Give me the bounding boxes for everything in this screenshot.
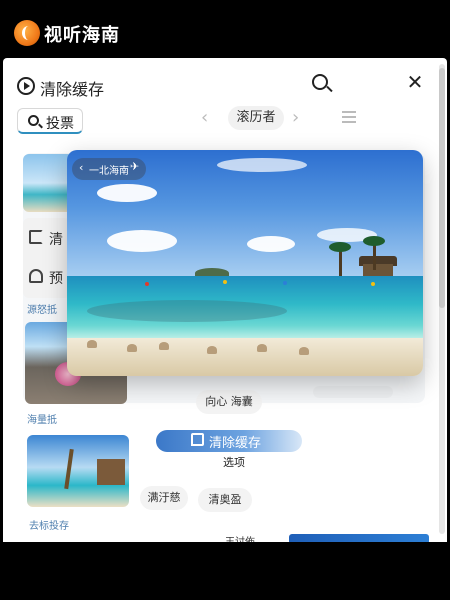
cloud-shape — [217, 158, 307, 172]
palm-trunk-shape — [373, 242, 376, 270]
chevron-left-icon: ‹ — [79, 161, 84, 174]
beach-preview-window[interactable]: ‹ 一北海南 ✈ — [67, 150, 423, 376]
cloud-shape — [247, 236, 295, 252]
placeholder-bar — [313, 386, 393, 398]
thumbnail-palm-hut[interactable] — [27, 435, 129, 507]
preview-icon[interactable] — [29, 269, 43, 283]
app-logo-icon — [14, 20, 40, 46]
tag-chip[interactable]: 向心 海囊 — [196, 390, 262, 414]
tab-vote[interactable]: 投票 — [17, 108, 83, 134]
clear-cache-icon — [191, 433, 204, 446]
thumbnail-caption: 海量抵 — [27, 415, 57, 426]
tab-vote-label: 投票 — [46, 116, 74, 132]
thumbnail-caption: 去标投存 — [29, 521, 69, 532]
rock-shape — [159, 342, 169, 350]
thumbnail-caption: 源怒抵 — [27, 305, 57, 316]
buoy-shape — [145, 282, 149, 286]
app-title: 视听海南 — [44, 25, 120, 46]
buoy-shape — [223, 280, 227, 284]
reef-shape — [87, 300, 287, 322]
search-icon — [28, 115, 39, 126]
scrollbar-thumb[interactable] — [439, 68, 445, 308]
bottom-bar — [0, 542, 450, 600]
tab-filter[interactable]: 滚历者 — [228, 106, 284, 130]
app-bar: 视听海南 — [0, 0, 450, 58]
palm-leaf-shape — [363, 236, 385, 246]
rock-shape — [127, 344, 137, 352]
close-icon[interactable]: ✕ — [405, 70, 425, 94]
search-icon[interactable] — [312, 74, 328, 90]
clear-cache-icon — [17, 77, 35, 95]
palm-trunk-shape — [339, 248, 342, 276]
share-icon[interactable] — [29, 230, 43, 244]
panel-header: 清除缓存 ✕ — [3, 58, 447, 108]
thumbnail-beach-small[interactable] — [23, 154, 73, 212]
hut-shape — [363, 264, 393, 276]
chevron-left-icon[interactable]: ‹ — [201, 107, 208, 128]
tag-chip[interactable]: 满汙慈 — [140, 486, 188, 510]
palm-leaf-shape — [329, 242, 351, 252]
airplane-icon: ✈ — [130, 160, 140, 173]
menu-item-preview[interactable]: 预 — [49, 268, 63, 288]
menu-item-clear[interactable]: 清 — [49, 229, 63, 249]
scrollbar[interactable] — [439, 64, 445, 534]
rock-shape — [257, 344, 267, 352]
rock-shape — [207, 346, 217, 354]
back-button-label: 一北海南 — [89, 166, 129, 177]
palm-tree-shape — [64, 448, 74, 490]
rock-shape — [87, 340, 97, 348]
clear-cache-button-label: 清除缓存 — [209, 436, 262, 451]
hut-shape — [97, 459, 125, 485]
menu-icon[interactable] — [342, 111, 356, 123]
tag-chip[interactable]: 清奥盈 — [198, 488, 252, 512]
options-label[interactable]: 选项 — [223, 454, 245, 470]
truncated-label: 王讨佈 — [225, 533, 255, 542]
buoy-shape — [283, 281, 287, 285]
cloud-shape — [97, 184, 157, 202]
panel-title: 清除缓存 — [40, 80, 105, 99]
chevron-right-icon[interactable]: › — [292, 107, 299, 128]
blue-bar — [289, 534, 429, 542]
cloud-shape — [107, 230, 177, 252]
buoy-shape — [371, 282, 375, 286]
sand-area — [67, 338, 423, 376]
rock-shape — [299, 347, 309, 355]
